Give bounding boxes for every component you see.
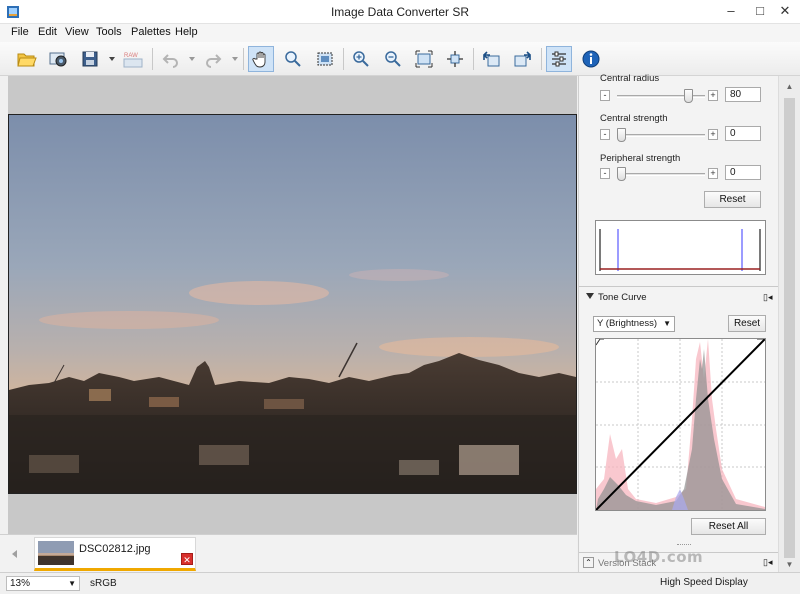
vignette-preview-graph [595,220,766,275]
filmstrip-item[interactable]: DSC02812.jpg ✕ [34,537,196,571]
reset-all-button[interactable]: Reset All [691,518,766,535]
remove-file-icon[interactable]: ✕ [181,553,193,565]
scroll-up-arrow-icon[interactable]: ▲ [784,82,795,92]
central-radius-label: Central radius [600,73,660,84]
chevron-down-icon: ▼ [68,579,76,588]
raw-convert-icon[interactable]: RAW [120,46,146,72]
peripheral-strength-plus-button[interactable]: + [708,168,718,179]
display-mode-select[interactable]: High Speed Display [656,576,768,591]
peripheral-strength-minus-button[interactable]: - [600,168,610,179]
central-strength-minus-button[interactable]: - [600,129,610,140]
peripheral-strength-value[interactable]: 0 [725,165,761,180]
scroll-down-arrow-icon[interactable]: ▼ [784,560,795,570]
channel-select[interactable]: Y (Brightness) ▼ [593,316,675,332]
redo-dropdown-arrow-icon[interactable] [231,55,239,63]
panel-scrollbar[interactable]: ▲ ▼ [778,76,800,572]
menu-palettes[interactable]: Palettes [131,26,171,38]
detach-panel-icon[interactable]: ▯◂ [763,557,772,568]
window-title: Image Data Converter SR [330,5,470,19]
menu-file[interactable]: File [11,26,29,38]
color-space-label: sRGB [90,578,117,589]
back-arrow-icon[interactable] [8,547,22,561]
panel-resize-grip[interactable] [677,544,691,546]
reset-button[interactable]: Reset [704,191,761,208]
slider-thumb[interactable] [617,167,626,181]
crop-select-icon[interactable] [312,46,338,72]
minimize-button[interactable]: – [716,0,746,24]
preview-image [8,114,577,494]
central-radius-minus-button[interactable]: - [600,90,610,101]
actual-size-icon[interactable] [442,46,468,72]
chevron-down-icon: ▼ [663,319,671,328]
save-dropdown-arrow-icon[interactable] [108,55,116,63]
zoom-out-icon[interactable] [380,46,406,72]
tone-curve-graph[interactable] [595,338,766,511]
open-folder-icon[interactable] [14,46,40,72]
menu-bar: File Edit View Tools Palettes Help [0,24,800,42]
zoom-value: 13% [10,578,31,589]
raw-text: RAW [124,53,138,59]
toolbar-separator [152,48,153,70]
filmstrip-filename: DSC02812.jpg [79,543,151,555]
watermark-logo: LO4D.com [614,548,704,566]
slider-thumb[interactable] [684,89,693,103]
save-disk-icon[interactable] [77,46,103,72]
peripheral-strength-slider[interactable] [617,167,705,181]
adjustment-palette: Central radius - + 80 Central strength -… [578,73,779,572]
title-bar: Image Data Converter SR – □ ✕ [0,0,800,24]
adjustments-palette-icon[interactable] [546,46,572,72]
capture-camera-icon[interactable] [46,46,72,72]
hand-tool-icon[interactable] [248,46,274,72]
status-bar: 13% ▼ sRGB High Speed Display [0,572,800,594]
menu-tools[interactable]: Tools [96,26,122,38]
central-radius-slider[interactable] [617,89,705,103]
menu-view[interactable]: View [65,26,89,38]
central-strength-label: Central strength [600,113,668,124]
fit-to-window-icon[interactable] [411,46,437,72]
toolbar: RAW [0,42,800,76]
peripheral-strength-label: Peripheral strength [600,153,681,164]
detach-panel-icon[interactable]: ▯◂ [763,292,772,303]
thumbnail-image [38,541,74,565]
filmstrip: DSC02812.jpg ✕ [0,534,577,572]
zoom-in-icon[interactable] [348,46,374,72]
collapse-triangle-icon[interactable] [586,293,594,299]
tone-curve-title: Tone Curve [598,292,647,303]
slider-thumb[interactable] [617,128,626,142]
menu-help[interactable]: Help [175,26,198,38]
tone-curve-header[interactable]: Tone Curve ▯◂ [579,286,779,306]
tone-curve-reset-button[interactable]: Reset [728,315,766,332]
toolbar-separator [243,48,244,70]
central-radius-value[interactable]: 80 [725,87,761,102]
rotate-right-icon[interactable] [510,46,536,72]
menu-edit[interactable]: Edit [38,26,57,38]
zoom-level-select[interactable]: 13% ▼ [6,576,80,591]
central-strength-value[interactable]: 0 [725,126,761,141]
expand-icon[interactable]: ⌃ [583,557,594,568]
scrollbar-thumb[interactable] [784,98,795,558]
info-icon[interactable] [578,46,604,72]
undo-icon[interactable] [158,46,184,72]
central-strength-plus-button[interactable]: + [708,129,718,140]
central-radius-plus-button[interactable]: + [708,90,718,101]
toolbar-separator [541,48,542,70]
magnifier-icon[interactable] [280,46,306,72]
toolbar-separator [343,48,344,70]
central-strength-slider[interactable] [617,128,705,142]
close-window-button[interactable]: ✕ [770,0,800,24]
undo-dropdown-arrow-icon[interactable] [188,55,196,63]
image-canvas[interactable] [8,76,577,534]
channel-value: Y (Brightness) [597,318,658,329]
toolbar-separator [473,48,474,70]
redo-icon[interactable] [200,46,226,72]
rotate-left-icon[interactable] [478,46,504,72]
